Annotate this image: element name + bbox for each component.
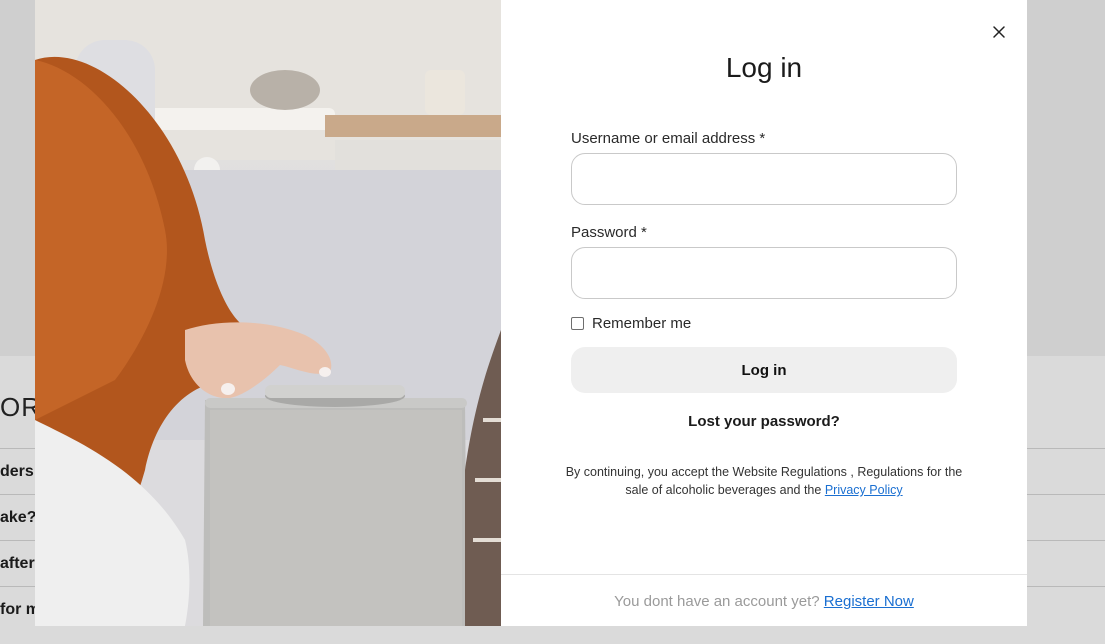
password-label: Password * (571, 224, 647, 241)
remember-me-label[interactable]: Remember me (592, 315, 691, 332)
hero-illustration (35, 0, 501, 626)
username-label: Username or email address * (571, 130, 766, 147)
login-form-panel: Log in Username or email address * Passw… (501, 0, 1027, 626)
modal-title: Log in (725, 52, 803, 83)
remember-me-checkbox[interactable] (571, 317, 584, 330)
close-icon[interactable] (989, 22, 1009, 42)
username-field[interactable] (571, 153, 957, 205)
terms-notice: By continuing, you accept the Website Re… (561, 463, 967, 499)
login-hero-image (35, 0, 501, 626)
privacy-policy-link[interactable]: Privacy Policy (825, 483, 903, 497)
login-button[interactable]: Log in (571, 347, 957, 393)
remember-me-row: Remember me (571, 315, 691, 332)
login-modal: Log in Username or email address * Passw… (35, 0, 1027, 626)
register-footer: You dont have an account yet? Register N… (501, 574, 1027, 626)
lost-password-link[interactable]: Lost your password? (501, 413, 1027, 430)
no-account-text: You dont have an account yet? (614, 593, 820, 610)
password-field[interactable] (571, 247, 957, 299)
register-now-link[interactable]: Register Now (824, 593, 914, 610)
